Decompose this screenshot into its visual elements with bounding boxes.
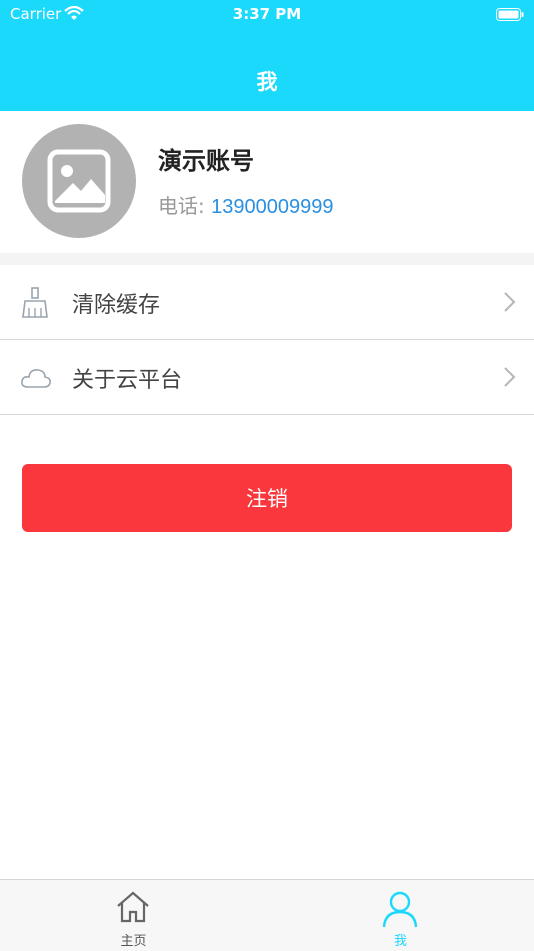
logout-button[interactable]: 注销	[22, 464, 512, 532]
battery-icon	[496, 7, 524, 25]
chevron-right-icon	[504, 292, 516, 316]
image-placeholder-icon	[47, 149, 111, 213]
menu-item-label: 清除缓存	[72, 293, 161, 318]
menu-item-about[interactable]: 关于云平台	[0, 340, 534, 415]
phone-label: 电话:	[158, 194, 205, 218]
menu-item-clear-cache[interactable]: 清除缓存	[0, 265, 534, 340]
tab-label: 主页	[120, 934, 147, 949]
person-icon	[382, 890, 418, 932]
settings-menu: 清除缓存 关于云平台	[0, 265, 534, 415]
page-title: 我	[256, 70, 278, 94]
tab-label: 我	[393, 934, 407, 949]
menu-item-label: 关于云平台	[72, 368, 183, 393]
status-bar: Carrier 3:37 PM	[0, 0, 534, 28]
profile-card: 演示账号 电话: 13900009999	[0, 111, 534, 253]
broom-icon	[20, 287, 52, 323]
tab-home[interactable]: 主页	[0, 880, 267, 951]
chevron-right-icon	[504, 367, 516, 391]
phone-row: 电话: 13900009999	[158, 190, 333, 219]
avatar[interactable]	[22, 124, 136, 238]
cloud-icon	[20, 362, 52, 398]
home-icon	[115, 890, 151, 928]
top-header: Carrier 3:37 PM 我	[0, 0, 534, 111]
phone-value[interactable]: 13900009999	[211, 196, 333, 218]
tab-bar: 主页 我	[0, 879, 534, 951]
status-time: 3:37 PM	[232, 5, 302, 23]
account-name: 演示账号	[158, 147, 254, 175]
tab-me[interactable]: 我	[267, 880, 534, 951]
